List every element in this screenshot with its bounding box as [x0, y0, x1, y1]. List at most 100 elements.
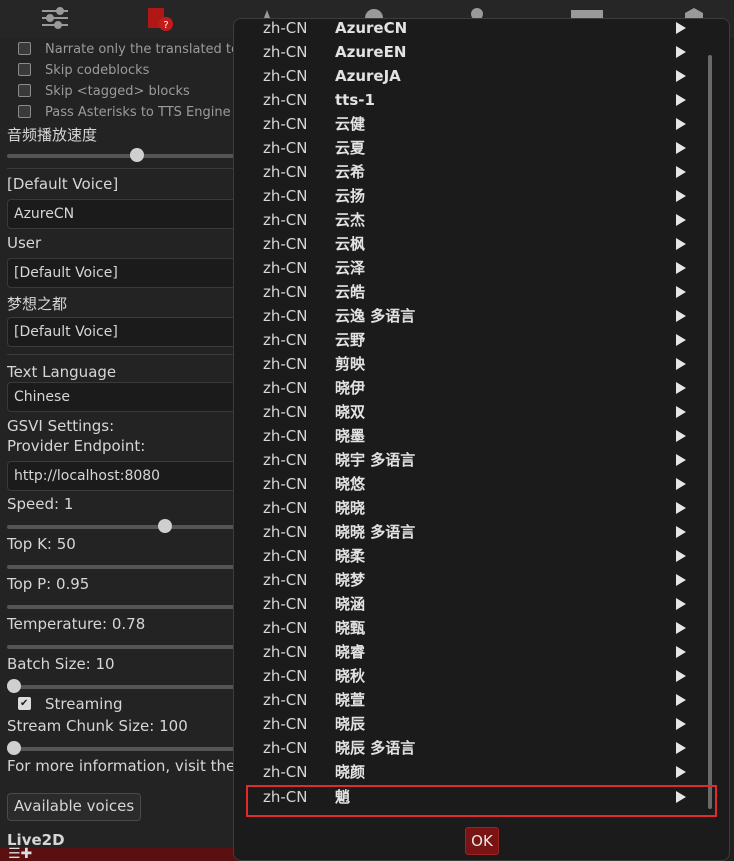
- voice-row[interactable]: zh-CN 晓墨: [234, 424, 704, 448]
- voice-row[interactable]: zh-CN 晓辰 多语言: [234, 736, 704, 760]
- voice-row[interactable]: zh-CN 晓双: [234, 400, 704, 424]
- slider-thumb[interactable]: [7, 679, 21, 693]
- play-icon[interactable]: [676, 742, 686, 754]
- play-icon[interactable]: [676, 118, 686, 130]
- play-icon[interactable]: [676, 46, 686, 58]
- play-icon[interactable]: [676, 694, 686, 706]
- voice-language: zh-CN: [263, 739, 308, 757]
- voice-row[interactable]: zh-CN 晓甄: [234, 616, 704, 640]
- play-icon[interactable]: [676, 454, 686, 466]
- voice-row[interactable]: zh-CN 云泽: [234, 256, 704, 280]
- streaming-checkbox[interactable]: Streaming: [18, 695, 122, 713]
- play-icon[interactable]: [676, 430, 686, 442]
- checkbox-pass-asterisks[interactable]: Pass Asterisks to TTS Engine: [18, 104, 231, 122]
- voice-row[interactable]: zh-CN 晓萱: [234, 688, 704, 712]
- extensions-icon[interactable]: ?: [142, 4, 176, 32]
- voice-row[interactable]: zh-CN 晓柔: [234, 544, 704, 568]
- play-icon[interactable]: [676, 718, 686, 730]
- speed-slider[interactable]: [7, 519, 240, 533]
- voice-row[interactable]: zh-CN 晓伊: [234, 376, 704, 400]
- scrollbar[interactable]: [708, 55, 712, 809]
- checkbox-narrate-translated[interactable]: Narrate only the translated text: [18, 41, 240, 59]
- slider-thumb[interactable]: [7, 741, 21, 755]
- play-icon[interactable]: [676, 238, 686, 250]
- sliders-icon[interactable]: [38, 4, 72, 32]
- checkbox-box[interactable]: [18, 104, 31, 118]
- voice-row[interactable]: zh-CN 晓悠: [234, 472, 704, 496]
- play-icon[interactable]: [676, 622, 686, 634]
- ok-button[interactable]: OK: [465, 827, 499, 855]
- checkbox-box[interactable]: [18, 62, 31, 76]
- menu-icon[interactable]: ☰✚: [8, 846, 32, 861]
- play-icon[interactable]: [676, 166, 686, 178]
- play-icon[interactable]: [676, 334, 686, 346]
- provider-endpoint-input[interactable]: http://localhost:8080: [7, 461, 240, 491]
- voice-name: 晓双: [335, 403, 366, 421]
- character-voice-select[interactable]: [Default Voice]: [7, 317, 240, 347]
- user-voice-select[interactable]: [Default Voice]: [7, 258, 240, 288]
- voice-row[interactable]: zh-CN 晓涵: [234, 592, 704, 616]
- play-icon[interactable]: [676, 70, 686, 82]
- play-icon[interactable]: [676, 550, 686, 562]
- default-voice-select[interactable]: AzureCN: [7, 199, 240, 229]
- voice-row[interactable]: zh-CN 云健: [234, 112, 704, 136]
- play-icon[interactable]: [676, 598, 686, 610]
- voice-row[interactable]: zh-CN AzureEN: [234, 40, 704, 64]
- play-icon[interactable]: [676, 286, 686, 298]
- play-icon[interactable]: [676, 358, 686, 370]
- batch-size-slider[interactable]: [7, 679, 240, 693]
- play-icon[interactable]: [676, 478, 686, 490]
- voice-row[interactable]: zh-CN 云野: [234, 328, 704, 352]
- voice-row[interactable]: zh-CN 云夏: [234, 136, 704, 160]
- checkbox-box[interactable]: [18, 695, 31, 713]
- top-p-slider[interactable]: [7, 605, 240, 609]
- voice-row[interactable]: zh-CN 晓梦: [234, 568, 704, 592]
- voice-row[interactable]: zh-CN 晓秋: [234, 664, 704, 688]
- voice-row[interactable]: zh-CN 云逸 多语言: [234, 304, 704, 328]
- info-text: For more information, visit the G: [7, 757, 240, 775]
- voice-row[interactable]: zh-CN 晓宇 多语言: [234, 448, 704, 472]
- play-icon[interactable]: [676, 142, 686, 154]
- play-icon[interactable]: [676, 214, 686, 226]
- slider-thumb[interactable]: [130, 148, 144, 162]
- checkbox-skip-tagged[interactable]: Skip <tagged> blocks: [18, 83, 190, 101]
- play-icon[interactable]: [676, 382, 686, 394]
- checkbox-box[interactable]: [18, 41, 31, 55]
- play-icon[interactable]: [676, 190, 686, 202]
- checkbox-skip-codeblocks[interactable]: Skip codeblocks: [18, 62, 149, 80]
- voice-row[interactable]: zh-CN AzureJA: [234, 64, 704, 88]
- voice-row[interactable]: zh-CN 云杰: [234, 208, 704, 232]
- voice-row[interactable]: zh-CN 云枫: [234, 232, 704, 256]
- play-icon[interactable]: [676, 670, 686, 682]
- voice-row[interactable]: zh-CN 剪映: [234, 352, 704, 376]
- voice-row[interactable]: zh-CN AzureCN: [234, 19, 704, 40]
- top-k-slider[interactable]: [7, 565, 240, 569]
- play-icon[interactable]: [676, 766, 686, 778]
- play-icon[interactable]: [676, 310, 686, 322]
- temperature-slider[interactable]: [7, 645, 240, 649]
- play-icon[interactable]: [676, 22, 686, 34]
- stream-chunk-slider[interactable]: [7, 741, 240, 755]
- voice-row[interactable]: zh-CN 云皓: [234, 280, 704, 304]
- voice-row[interactable]: zh-CN 晓辰: [234, 712, 704, 736]
- voice-language: zh-CN: [263, 667, 308, 685]
- voice-row[interactable]: zh-CN 云希: [234, 160, 704, 184]
- play-icon[interactable]: [676, 502, 686, 514]
- voice-row[interactable]: zh-CN 云扬: [234, 184, 704, 208]
- text-language-select[interactable]: Chinese: [7, 382, 240, 412]
- play-icon[interactable]: [676, 94, 686, 106]
- available-voices-button[interactable]: Available voices: [7, 793, 142, 821]
- checkbox-box[interactable]: [18, 83, 31, 97]
- play-icon[interactable]: [676, 406, 686, 418]
- voice-row[interactable]: zh-CN 晓晓 多语言: [234, 520, 704, 544]
- play-icon[interactable]: [676, 574, 686, 586]
- play-icon[interactable]: [676, 526, 686, 538]
- audio-speed-slider[interactable]: [7, 148, 240, 162]
- voice-row[interactable]: zh-CN 晓睿: [234, 640, 704, 664]
- voice-row[interactable]: zh-CN 晓晓: [234, 496, 704, 520]
- play-icon[interactable]: [676, 646, 686, 658]
- slider-thumb[interactable]: [158, 519, 172, 533]
- voice-row[interactable]: zh-CN tts-1: [234, 88, 704, 112]
- voice-row[interactable]: zh-CN 晓颜: [234, 760, 704, 784]
- play-icon[interactable]: [676, 262, 686, 274]
